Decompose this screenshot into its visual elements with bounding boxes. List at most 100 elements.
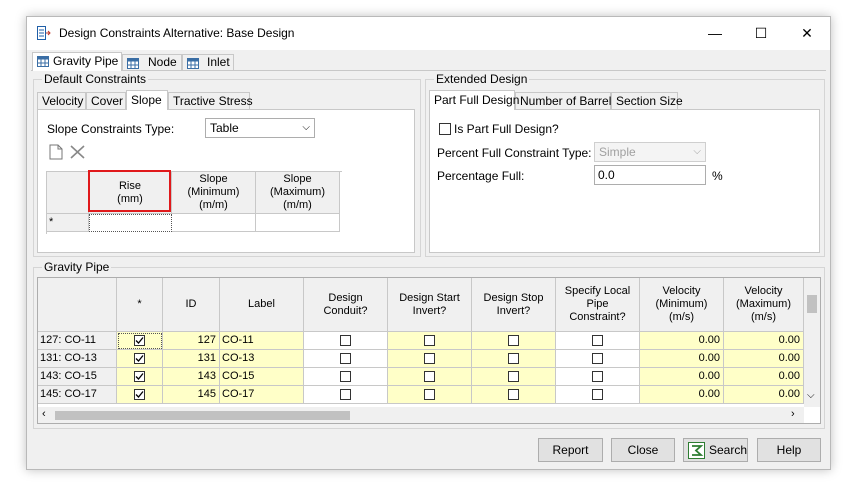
design-start-invert-cell[interactable] — [388, 368, 472, 386]
design-conduit-checkbox[interactable] — [340, 389, 351, 400]
help-button[interactable]: Help — [757, 438, 821, 462]
specify-local-cell[interactable] — [556, 350, 640, 368]
new-row-slope-min-cell[interactable] — [172, 214, 256, 232]
column-header-design-start-invert[interactable]: Design Start Invert? — [388, 278, 472, 332]
design-start-invert-checkbox[interactable] — [424, 353, 435, 364]
maximize-button[interactable]: ☐ — [738, 17, 784, 50]
column-header-design-conduit[interactable]: Design Conduit? — [304, 278, 388, 332]
scroll-left-icon[interactable]: ‹ — [42, 408, 46, 420]
design-conduit-cell[interactable] — [304, 386, 388, 404]
row-select-cell[interactable] — [117, 332, 163, 350]
velocity-min-cell[interactable]: 0.00 — [640, 350, 724, 368]
specify-local-checkbox[interactable] — [592, 353, 603, 364]
vertical-scrollbar[interactable]: ⌵ — [804, 278, 820, 407]
close-button[interactable]: Close — [611, 438, 675, 462]
row-select-cell[interactable] — [117, 368, 163, 386]
id-cell[interactable]: 145 — [163, 386, 220, 404]
new-row-slope-max-cell[interactable] — [256, 214, 340, 232]
row-header[interactable]: 145: CO-17 — [38, 386, 117, 404]
tab-cover[interactable]: Cover — [86, 92, 126, 109]
report-button[interactable]: Report — [538, 438, 603, 462]
column-header-label[interactable]: Label — [220, 278, 304, 332]
design-start-invert-checkbox[interactable] — [424, 335, 435, 346]
velocity-max-cell[interactable]: 0.00 — [724, 386, 804, 404]
label-cell[interactable]: CO-15 — [220, 368, 304, 386]
column-header-velocity-min[interactable]: Velocity (Minimum) (m/s) — [640, 278, 724, 332]
label-cell[interactable]: CO-11 — [220, 332, 304, 350]
design-stop-invert-cell[interactable] — [472, 350, 556, 368]
design-start-invert-checkbox[interactable] — [424, 371, 435, 382]
specify-local-cell[interactable] — [556, 332, 640, 350]
row-checkbox-checked[interactable] — [134, 371, 145, 382]
search-button[interactable]: Search — [683, 438, 748, 462]
specify-local-cell[interactable] — [556, 386, 640, 404]
design-stop-invert-checkbox[interactable] — [508, 353, 519, 364]
design-stop-invert-checkbox[interactable] — [508, 335, 519, 346]
tab-section-size[interactable]: Section Size — [611, 92, 683, 109]
is-part-full-design-checkbox[interactable] — [439, 123, 451, 135]
id-cell[interactable]: 131 — [163, 350, 220, 368]
design-start-invert-cell[interactable] — [388, 350, 472, 368]
velocity-max-cell[interactable]: 0.00 — [724, 350, 804, 368]
tab-node[interactable]: Node — [122, 54, 182, 71]
specify-local-cell[interactable] — [556, 368, 640, 386]
design-stop-invert-cell[interactable] — [472, 332, 556, 350]
row-checkbox-checked[interactable] — [134, 335, 145, 346]
column-header-id[interactable]: ID — [163, 278, 220, 332]
design-stop-invert-cell[interactable] — [472, 368, 556, 386]
label-cell[interactable]: CO-17 — [220, 386, 304, 404]
scroll-down-icon[interactable]: ⌵ — [807, 390, 815, 401]
id-cell[interactable]: 143 — [163, 368, 220, 386]
column-header-slope-max[interactable]: Slope (Maximum) (m/m) — [256, 172, 340, 214]
row-checkbox-checked[interactable] — [134, 389, 145, 400]
velocity-max-cell[interactable]: 0.00 — [724, 332, 804, 350]
close-window-button[interactable]: ✕ — [784, 17, 830, 50]
design-conduit-cell[interactable] — [304, 350, 388, 368]
tab-inlet[interactable]: Inlet — [182, 54, 234, 71]
row-header[interactable]: 131: CO-13 — [38, 350, 117, 368]
column-header-velocity-max[interactable]: Velocity (Maximum) (m/s) — [724, 278, 804, 332]
velocity-min-cell[interactable]: 0.00 — [640, 386, 724, 404]
design-stop-invert-cell[interactable] — [472, 386, 556, 404]
design-conduit-cell[interactable] — [304, 368, 388, 386]
design-stop-invert-checkbox[interactable] — [508, 371, 519, 382]
tab-velocity[interactable]: Velocity — [37, 92, 86, 109]
label-cell[interactable]: CO-13 — [220, 350, 304, 368]
id-cell[interactable]: 127 — [163, 332, 220, 350]
specify-local-checkbox[interactable] — [592, 389, 603, 400]
scroll-right-icon[interactable]: › — [791, 408, 795, 420]
design-conduit-checkbox[interactable] — [340, 353, 351, 364]
new-row-rise-cell[interactable] — [89, 214, 172, 232]
delete-icon[interactable] — [70, 145, 85, 159]
tab-slope[interactable]: Slope — [126, 90, 168, 110]
design-stop-invert-checkbox[interactable] — [508, 389, 519, 400]
row-header[interactable]: 127: CO-11 — [38, 332, 117, 350]
row-checkbox-checked[interactable] — [134, 353, 145, 364]
design-start-invert-cell[interactable] — [388, 386, 472, 404]
specify-local-checkbox[interactable] — [592, 371, 603, 382]
design-start-invert-checkbox[interactable] — [424, 389, 435, 400]
horizontal-scrollbar-thumb[interactable] — [55, 411, 350, 420]
column-header-star[interactable]: * — [117, 278, 163, 332]
tab-tractive-stress[interactable]: Tractive Stress — [168, 92, 253, 109]
design-conduit-checkbox[interactable] — [340, 371, 351, 382]
specify-local-checkbox[interactable] — [592, 335, 603, 346]
slope-constraints-type-select[interactable]: Table ⌵ — [205, 118, 315, 138]
design-conduit-cell[interactable] — [304, 332, 388, 350]
percent-full-constraint-type-select[interactable]: Simple ⌵ — [594, 142, 706, 162]
design-conduit-checkbox[interactable] — [340, 335, 351, 346]
row-header[interactable]: 143: CO-15 — [38, 368, 117, 386]
velocity-min-cell[interactable]: 0.00 — [640, 332, 724, 350]
row-select-cell[interactable] — [117, 386, 163, 404]
design-start-invert-cell[interactable] — [388, 332, 472, 350]
tab-gravity-pipe[interactable]: Gravity Pipe — [32, 52, 122, 71]
horizontal-scrollbar[interactable]: ‹ › — [38, 407, 804, 423]
column-header-specify-local[interactable]: Specify Local Pipe Constraint? — [556, 278, 640, 332]
column-header-slope-min[interactable]: Slope (Minimum) (m/m) — [172, 172, 256, 214]
velocity-min-cell[interactable]: 0.00 — [640, 368, 724, 386]
velocity-max-cell[interactable]: 0.00 — [724, 368, 804, 386]
percentage-full-input[interactable]: 0.0 — [594, 165, 706, 185]
tab-part-full-design[interactable]: Part Full Design — [429, 90, 519, 110]
tab-number-of-barrels[interactable]: Number of Barrels — [515, 92, 617, 109]
new-document-icon[interactable] — [49, 144, 63, 160]
